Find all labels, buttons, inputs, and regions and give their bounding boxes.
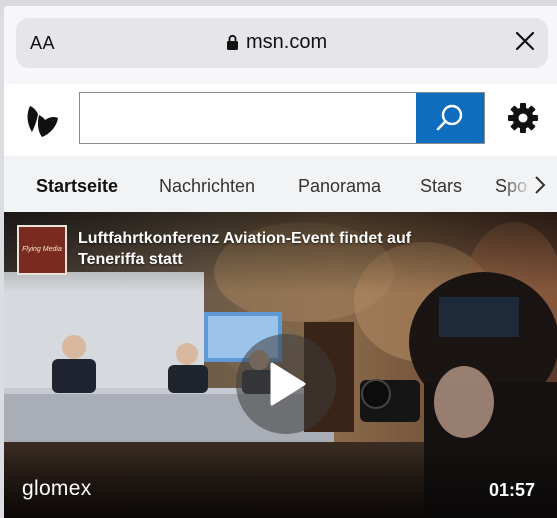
gear-icon[interactable] [506, 101, 540, 135]
address-bar-area: AA msn.com [4, 6, 557, 84]
play-button[interactable] [236, 334, 336, 434]
lock-icon [227, 34, 238, 50]
text-size-label: AA [30, 33, 56, 53]
url-text: msn.com [246, 31, 328, 53]
search-icon [436, 104, 463, 131]
url-display[interactable]: msn.com [226, 31, 327, 54]
play-icon [270, 362, 306, 406]
tab-stars[interactable]: Stars [420, 176, 462, 197]
msn-header [4, 84, 557, 156]
tab-panorama[interactable]: Panorama [298, 176, 381, 197]
chevron-right-icon[interactable] [533, 175, 547, 195]
address-bar[interactable]: AA msn.com [16, 18, 548, 68]
video-duration: 01:57 [488, 480, 535, 500]
nav-fade [507, 156, 557, 212]
search-button[interactable] [416, 93, 484, 143]
category-nav: Startseite Nachrichten Panorama Stars Sp… [4, 156, 557, 212]
channel-logo-text: Flying Media [22, 246, 62, 253]
tab-startseite[interactable]: Startseite [36, 176, 118, 197]
msn-butterfly-icon[interactable] [24, 102, 62, 140]
close-icon[interactable] [514, 30, 536, 52]
channel-logo[interactable]: Flying Media [17, 225, 67, 275]
video-title[interactable]: Luftfahrtkonferenz Aviation-Event findet… [78, 228, 478, 270]
search-input[interactable] [80, 93, 416, 143]
search-box [79, 92, 485, 144]
text-size-button[interactable]: AA [30, 33, 55, 54]
video-brand: glomex [22, 477, 92, 500]
video-player[interactable]: Flying Media Luftfahrtkonferenz Aviation… [4, 212, 557, 518]
tab-nachrichten[interactable]: Nachrichten [159, 176, 255, 197]
browser-frame: AA msn.com Startseite Nachrichten Panora… [4, 6, 557, 518]
